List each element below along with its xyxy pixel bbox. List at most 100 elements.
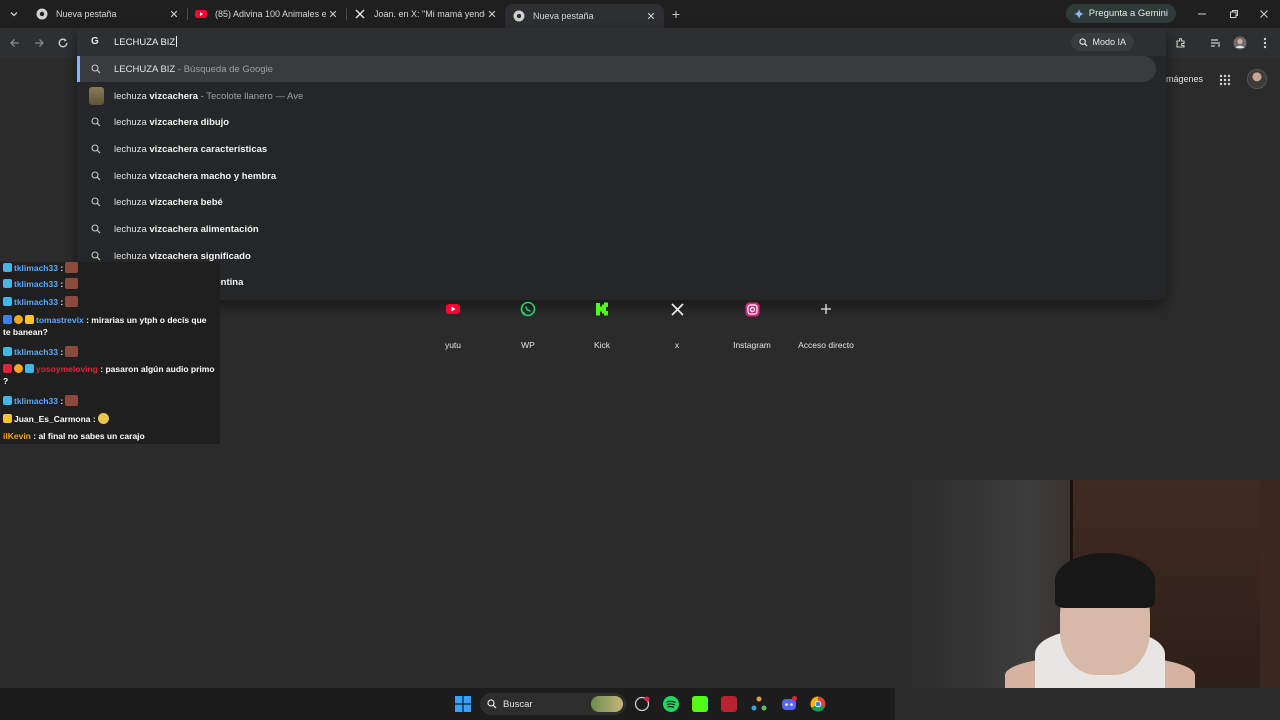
windows-logo-icon — [455, 696, 471, 712]
google-apps-button[interactable] — [1219, 73, 1231, 91]
youtube-icon — [440, 296, 466, 322]
suggestion-item[interactable]: lechuza vizcachera dibujo — [77, 109, 1166, 135]
media-controls-button[interactable] — [1207, 34, 1225, 52]
search-sparkle-icon — [1079, 37, 1088, 47]
suggestion-text: lechuza — [114, 223, 150, 235]
webcam-overlay — [895, 480, 1280, 688]
omnibox[interactable]: G LECHUZA BIZ Modo IA — [77, 28, 1166, 56]
shortcut-x[interactable]: x — [640, 296, 714, 350]
suggestion-item[interactable]: lechuza vizcachera alimentación — [77, 216, 1166, 242]
screen: Nueva pestaña ✕ (85) Adivina 100 Animale… — [0, 0, 1280, 720]
chat-separator: : — [57, 396, 64, 406]
shortcut-instagram[interactable]: Instagram — [715, 296, 789, 350]
close-window-button[interactable] — [1248, 0, 1280, 28]
chrome-icon — [36, 8, 48, 20]
google-account-avatar[interactable] — [1247, 69, 1267, 89]
more-vert-icon — [1263, 37, 1267, 49]
emote-icon — [65, 346, 79, 357]
chat-username: tklimach33 — [14, 263, 58, 273]
chat-separator: : — [57, 297, 64, 307]
tab-search-menu[interactable] — [0, 0, 28, 28]
badge-icon — [3, 396, 12, 405]
tab-strip: Nueva pestaña ✕ (85) Adivina 100 Animale… — [0, 0, 1280, 28]
suggestion-bold: vizcachera alimentación — [149, 223, 259, 235]
chat-separator: : — [57, 279, 64, 289]
stream-chat-overlay: tklimach33 : tklimach33 : tklimach33 : t… — [0, 262, 220, 444]
suggestion-item[interactable]: LECHUZA BIZ - Búsqueda de Google — [77, 56, 1156, 82]
suggestion-item[interactable]: lechuza vizcachera significado — [77, 243, 1166, 269]
ask-gemini-button[interactable]: Pregunta a Gemini — [1065, 4, 1176, 23]
search-icon — [90, 250, 102, 262]
gemini-label: Pregunta a Gemini — [1088, 8, 1168, 19]
suggestion-bold: vizcachera características — [149, 143, 268, 155]
tab-nueva-pestana-active[interactable]: Nueva pestaña ✕ — [505, 4, 664, 28]
forward-button[interactable] — [30, 34, 48, 52]
close-icon[interactable]: ✕ — [167, 8, 181, 21]
omnibox-input[interactable]: LECHUZA BIZ — [114, 36, 177, 48]
tab-x-post[interactable]: Joan. en X: "Mi mamá yendo a ✕ — [346, 0, 505, 28]
taskbar-app-spotify[interactable] — [663, 696, 679, 712]
copilot-icon — [634, 696, 650, 712]
tab-nueva-pestana-1[interactable]: Nueva pestaña ✕ — [28, 0, 187, 28]
close-icon[interactable]: ✕ — [326, 8, 340, 21]
suggestion-text: lechuza — [114, 250, 150, 262]
close-icon[interactable]: ✕ — [485, 8, 499, 21]
chevron-down-icon — [10, 12, 18, 17]
chat-text: al final no sabes un carajo — [36, 431, 145, 441]
kick-icon[interactable] — [692, 696, 708, 712]
chat-separator: : — [57, 347, 64, 357]
suggestion-item[interactable]: lechuza vizcachera características — [77, 136, 1166, 162]
taskbar-app-chrome[interactable] — [810, 696, 826, 712]
add-shortcut[interactable]: Acceso directo — [789, 296, 863, 350]
suggestion-detail: - Tecolote llanero — Ave — [200, 90, 304, 102]
suggestion-item[interactable]: lechuza vizcachera bebé — [77, 189, 1166, 215]
taskbar-search[interactable]: Buscar — [480, 693, 626, 715]
instagram-icon — [739, 296, 765, 322]
shortcut-label: yutu — [444, 340, 462, 350]
chrome-menu-button[interactable] — [1256, 34, 1274, 52]
taskbar-app-network[interactable] — [751, 696, 767, 712]
windows-start-button[interactable] — [455, 696, 471, 712]
webcam-person-beanie — [1055, 553, 1155, 608]
search-icon — [90, 116, 102, 128]
spotify-icon — [663, 696, 679, 712]
badge-icon — [3, 315, 12, 324]
badge-icon — [3, 364, 12, 373]
suggestion-item[interactable]: lechuza vizcachera argentina — [77, 269, 1166, 295]
suggestion-item[interactable]: lechuza vizcachera macho y hembra — [77, 163, 1166, 189]
badge-icon — [3, 297, 12, 306]
badge-icon — [3, 279, 12, 288]
chrome-icon — [810, 696, 826, 712]
close-icon[interactable]: ✕ — [644, 10, 658, 23]
chat-separator: : — [57, 263, 64, 273]
network-icon — [751, 696, 767, 711]
taskbar-app-copilot[interactable] — [634, 696, 650, 712]
shortcut-kick[interactable]: Kick — [565, 296, 639, 350]
taskbar-app-discord[interactable] — [781, 696, 797, 712]
shortcut-yutu[interactable]: yutu — [416, 296, 490, 350]
owl-thumbnail — [89, 87, 104, 105]
plus-icon — [813, 296, 839, 322]
playlist-icon — [1211, 39, 1220, 47]
images-link[interactable]: mágenes — [1166, 74, 1203, 84]
suggestion-item[interactable]: lechuza vizcachera - Tecolote llanero — … — [77, 83, 1166, 109]
minimize-button[interactable] — [1186, 0, 1218, 28]
shortcut-wp[interactable]: WP — [491, 296, 565, 350]
restore-button[interactable] — [1218, 0, 1250, 28]
suggestion-bold: vizcachera dibujo — [149, 116, 230, 128]
extensions-button[interactable] — [1172, 34, 1190, 52]
taskbar-app-red[interactable] — [721, 696, 737, 712]
new-tab-button[interactable]: + — [664, 6, 688, 22]
back-button[interactable] — [6, 34, 24, 52]
profile-avatar[interactable] — [1231, 34, 1249, 52]
badge-icon — [25, 364, 34, 373]
emote-icon — [65, 296, 79, 307]
tab-youtube-video[interactable]: (85) Adivina 100 Animales en 2 ✕ — [187, 0, 346, 28]
chat-message: tklimach33 : — [3, 278, 215, 290]
reload-button[interactable] — [54, 34, 72, 52]
chrome-icon — [513, 10, 525, 22]
apps-grid-icon — [1219, 74, 1231, 86]
arrow-left-icon — [10, 39, 19, 47]
chat-username: tomastrevix — [36, 315, 84, 325]
ai-mode-button[interactable]: Modo IA — [1071, 33, 1134, 51]
